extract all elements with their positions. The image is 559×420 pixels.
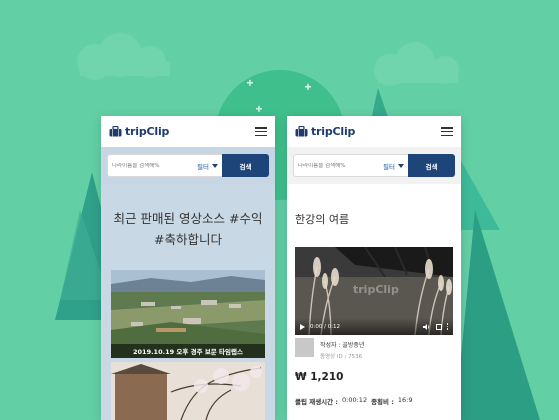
avatar[interactable] xyxy=(295,338,314,357)
logo[interactable]: tripClip xyxy=(109,125,169,138)
fullscreen-icon[interactable] xyxy=(435,323,442,330)
phone-screen-left: tripClip 필터 검색 최근 판매된 영상소스 #수익 #축하합니다 xyxy=(101,116,275,420)
duration-label: 클립 재생시간 : xyxy=(295,398,339,406)
video-controls: 0:00 / 0:12 xyxy=(295,318,453,335)
duration-value: 0:00:12 xyxy=(342,396,368,404)
menu-icon[interactable] xyxy=(255,127,267,136)
filter-dropdown[interactable]: 필터 xyxy=(194,161,218,171)
video-watermark: tripClip xyxy=(353,283,399,296)
volume-icon[interactable] xyxy=(422,323,431,330)
filter-label: 필터 xyxy=(197,162,209,171)
author-info: 작성자 : 골방중년 동영상 ID : 7536 xyxy=(295,338,364,360)
logo[interactable]: tripClip xyxy=(295,125,355,138)
top-bar: tripClip xyxy=(287,116,461,147)
video-title: 한강의 여름 xyxy=(295,213,350,226)
video-id: 동영상 ID : 7536 xyxy=(320,354,363,360)
logo-text: tripClip xyxy=(311,125,356,138)
filter-label: 필터 xyxy=(383,162,395,171)
video-time: 0:00 / 0:12 xyxy=(310,323,341,330)
author-name: 작성자 : 골방중년 xyxy=(320,342,365,349)
play-icon[interactable] xyxy=(300,323,305,330)
filter-dropdown[interactable]: 필터 xyxy=(380,161,404,171)
search-bar: 필터 검색 xyxy=(287,147,461,184)
aspect-ratio-value: 16:9 xyxy=(397,396,413,404)
video-thumbnail[interactable] xyxy=(111,362,265,420)
featured-headline: 최근 판매된 영상소스 #수익 #축하합니다 xyxy=(101,208,275,250)
search-bar: 필터 검색 xyxy=(101,147,275,184)
price: ₩ 1,210 xyxy=(295,371,344,383)
suitcase-icon xyxy=(295,126,308,137)
more-options-icon[interactable] xyxy=(446,323,448,330)
temple-blossom-image xyxy=(111,362,265,420)
video-player[interactable]: tripClip 0:00 / 0:12 xyxy=(295,247,453,335)
aspect-ratio-label: 종횡비 : xyxy=(371,398,394,406)
search-input[interactable] xyxy=(112,162,195,169)
caret-down-icon xyxy=(398,163,404,168)
decorative-background xyxy=(55,33,540,420)
top-bar: tripClip xyxy=(101,116,275,147)
search-box: 필터 xyxy=(293,154,408,177)
video-thumbnail[interactable]: 2019.10.19 오후 경주 보문 타임랩스 xyxy=(111,270,265,358)
search-box: 필터 xyxy=(107,154,222,177)
phone-screen-right: tripClip 필터 검색 한강의 여름 xyxy=(287,116,461,420)
headline-line-2: #축하합니다 xyxy=(154,232,222,247)
thumbnail-caption: 2019.10.19 오후 경주 보문 타임랩스 xyxy=(111,344,265,358)
search-button[interactable]: 검색 xyxy=(408,154,455,177)
search-button[interactable]: 검색 xyxy=(222,154,269,177)
clip-meta: 클립 재생시간 : 0:00:12 종횡비 : 16:9 xyxy=(295,396,413,406)
menu-icon[interactable] xyxy=(441,127,453,136)
search-input[interactable] xyxy=(298,162,381,169)
logo-text: tripClip xyxy=(125,125,170,138)
suitcase-icon xyxy=(109,126,122,137)
caret-down-icon xyxy=(212,163,218,168)
headline-line-1: 최근 판매된 영상소스 #수익 xyxy=(113,211,263,226)
